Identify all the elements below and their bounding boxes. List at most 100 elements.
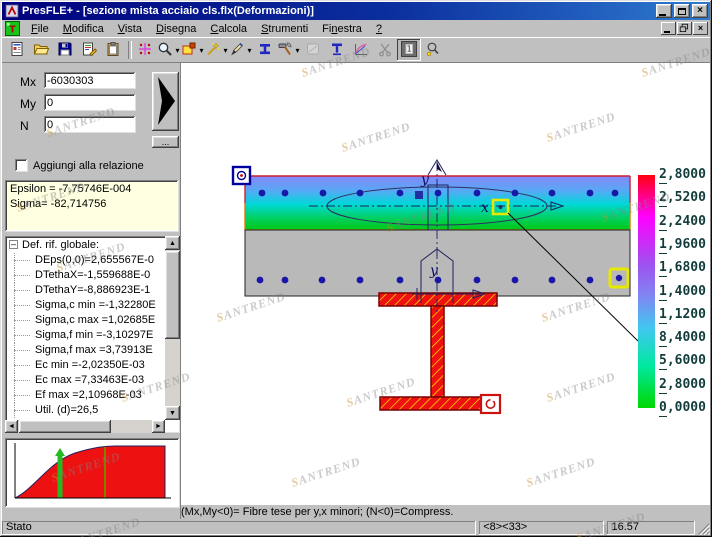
minimize-button[interactable] xyxy=(656,4,672,18)
open-button[interactable] xyxy=(29,39,53,61)
tree-item[interactable]: Sigma,c max =1,02685E xyxy=(7,313,164,328)
tree-item[interactable]: Sigma,f min =-3,10297E xyxy=(7,328,164,343)
n-input[interactable] xyxy=(44,116,136,133)
rebar-dot[interactable] xyxy=(357,277,364,284)
rebar-dot[interactable] xyxy=(319,277,326,284)
points-button[interactable] xyxy=(133,39,157,61)
mdi-minimize-button[interactable] xyxy=(661,22,676,35)
steel-section-button[interactable] xyxy=(253,39,277,61)
lower-y-axis-label: y xyxy=(429,263,439,279)
scroll-right-button[interactable]: ► xyxy=(152,420,165,433)
menu-item-?[interactable]: ? xyxy=(369,21,389,37)
toolbar-separator xyxy=(125,39,133,61)
layer-button[interactable]: 1 xyxy=(397,39,421,61)
colorbar-tick-label: 1,4000 xyxy=(659,285,710,299)
rebar-dot[interactable] xyxy=(259,190,266,197)
find-button[interactable] xyxy=(421,39,445,61)
maximize-button[interactable] xyxy=(674,4,690,18)
search-tag-icon xyxy=(425,41,441,60)
scroll-down-button[interactable]: ▼ xyxy=(165,406,180,420)
beam-corner-marker[interactable] xyxy=(481,395,500,413)
dropdown-arrow-icon[interactable]: ▾ xyxy=(174,46,181,55)
rebar-dot[interactable] xyxy=(612,190,619,197)
scroll-left-button[interactable]: ◄ xyxy=(5,420,18,433)
tree-item[interactable]: Sigma,c min =-1,32280E xyxy=(7,298,164,313)
rebar-dot[interactable] xyxy=(512,190,519,197)
scroll-up-button[interactable]: ▲ xyxy=(165,236,180,250)
faded-icon xyxy=(305,41,321,60)
wizard-button[interactable]: ▾ xyxy=(205,39,229,61)
dropdown-arrow-icon[interactable]: ▾ xyxy=(246,46,253,55)
diagram-button[interactable] xyxy=(349,39,373,61)
colorbar-tick-label: 5,6000 xyxy=(659,354,710,368)
rebar-dot[interactable] xyxy=(435,190,442,197)
tree-item[interactable]: Sigma,f max =3,73913E xyxy=(7,343,164,358)
rebar-button[interactable] xyxy=(325,39,349,61)
rebar-dot[interactable] xyxy=(320,190,327,197)
tree-item[interactable]: Ec min =-2,02350E-03 xyxy=(7,358,164,373)
edit-data-button[interactable] xyxy=(77,39,101,61)
dropdown-arrow-icon[interactable]: ▾ xyxy=(198,46,205,55)
mx-input[interactable] xyxy=(44,72,136,89)
menu-item-disegna[interactable]: Disegna xyxy=(149,21,203,37)
rebar-dot[interactable] xyxy=(397,277,404,284)
draw-button[interactable]: ▾ xyxy=(229,39,253,61)
document-icon[interactable]: T xyxy=(5,21,20,36)
menu-item-modifica[interactable]: Modifica xyxy=(56,21,111,37)
colorbar-tick-label: 1,6800 xyxy=(659,261,710,275)
tree-item[interactable]: Ec max =7,33463E-03 xyxy=(7,373,164,388)
tree-horizontal-scrollbar[interactable]: ◄ ► xyxy=(5,420,165,433)
tree-item[interactable]: DEps(0,0)=2,655567E-0 xyxy=(7,253,164,268)
my-input[interactable] xyxy=(44,94,136,111)
mx-label: Mx xyxy=(20,75,36,89)
rebar-dot[interactable] xyxy=(435,277,442,284)
dropdown-arrow-icon[interactable]: ▾ xyxy=(294,46,301,55)
menu-item-vista[interactable]: Vista xyxy=(111,21,149,37)
menu-item-finestra[interactable]: Finestra xyxy=(315,21,369,37)
open-folder-icon xyxy=(33,41,49,60)
mdi-close-button[interactable]: × xyxy=(693,22,708,35)
rebar-dot[interactable] xyxy=(474,277,481,284)
tree-vertical-scrollbar[interactable]: ▲ ▼ xyxy=(165,236,180,420)
rebar-dot[interactable] xyxy=(512,277,519,284)
menu-item-file[interactable]: File xyxy=(24,21,56,37)
menu-item-strumenti[interactable]: Strumenti xyxy=(254,21,315,37)
section-button[interactable]: ▾ xyxy=(181,39,205,61)
tools-button[interactable]: ▾ xyxy=(277,39,301,61)
mdi-restore-button[interactable] xyxy=(677,22,692,35)
more-options-button[interactable]: ... xyxy=(152,136,179,148)
menu-item-calcola[interactable]: Calcola xyxy=(203,21,254,37)
close-button[interactable]: × xyxy=(692,4,708,18)
rebar-dot[interactable] xyxy=(549,277,556,284)
paste-button[interactable] xyxy=(101,39,125,61)
rebar-dot[interactable] xyxy=(474,190,481,197)
rebar-dot[interactable] xyxy=(587,277,594,284)
run-arrow-button[interactable] xyxy=(152,72,179,131)
dropdown-arrow-icon[interactable]: ▾ xyxy=(222,46,229,55)
tree-item[interactable]: DTethaX=-1,559688E-0 xyxy=(7,268,164,283)
report-button[interactable] xyxy=(5,39,29,61)
rebar-dot[interactable] xyxy=(587,190,594,197)
tree-item[interactable]: Util. (d)=26,5 xyxy=(7,403,164,418)
clipboard-icon xyxy=(105,41,121,60)
tree-item[interactable]: DTethaY=-8,886923E-1 xyxy=(7,283,164,298)
rebar-dot[interactable] xyxy=(357,190,364,197)
hscroll-thumb[interactable] xyxy=(19,420,111,433)
origin-marker[interactable] xyxy=(233,167,250,184)
collapse-icon[interactable]: – xyxy=(9,240,18,249)
curve-diagram-icon xyxy=(353,41,369,60)
resize-grip[interactable] xyxy=(698,521,710,535)
rebar-dot[interactable] xyxy=(282,190,289,197)
rebar-dot[interactable] xyxy=(549,190,556,197)
save-button[interactable] xyxy=(53,39,77,61)
rebar-dot[interactable] xyxy=(397,190,404,197)
tree-root-node[interactable]: –Def. rif. globale: xyxy=(7,238,164,253)
tree-item[interactable]: Ef max =2,10968E-03 xyxy=(7,388,164,403)
scissors-icon xyxy=(377,41,393,60)
zoom-button[interactable]: ▾ xyxy=(157,39,181,61)
vscroll-thumb[interactable] xyxy=(165,251,180,339)
rebar-dot[interactable] xyxy=(282,277,289,284)
rebar-dot[interactable] xyxy=(257,277,264,284)
add-to-report-checkbox[interactable] xyxy=(15,159,28,172)
i-beam-icon xyxy=(257,41,273,60)
